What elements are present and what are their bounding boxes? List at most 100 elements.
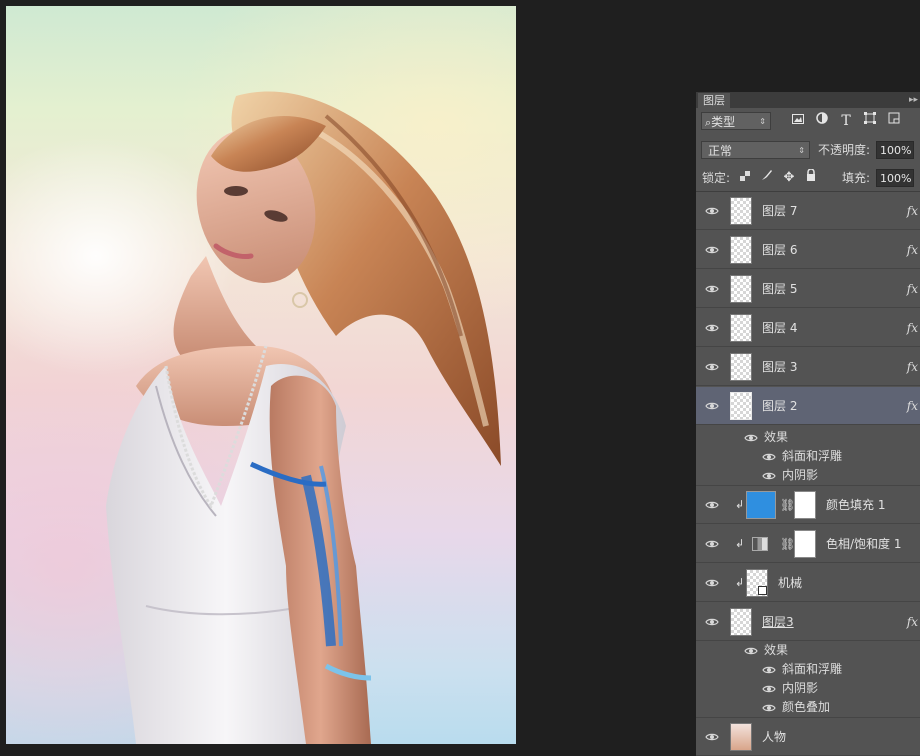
- effect-bevel-emboss: 斜面和浮雕: [782, 449, 843, 463]
- layer-row[interactable]: 图层3 fx: [696, 603, 920, 641]
- fx-icon[interactable]: fx: [907, 192, 918, 230]
- layer-row-selected[interactable]: 图层 2 fx: [696, 387, 920, 425]
- visibility-eye-icon[interactable]: [705, 399, 719, 413]
- layer-name: 图层 4: [762, 321, 798, 335]
- layer-thumbnail: [730, 392, 752, 420]
- layer-mask-thumbnail: [794, 530, 816, 558]
- fx-icon[interactable]: fx: [907, 603, 918, 641]
- effect-item-row[interactable]: 斜面和浮雕: [696, 447, 920, 466]
- image-filter-icon[interactable]: [789, 112, 807, 130]
- effect-bevel-emboss: 斜面和浮雕: [782, 662, 843, 676]
- lock-all-icon[interactable]: [802, 168, 820, 187]
- effects-label: 效果: [764, 643, 789, 657]
- layer-thumbnail: [730, 275, 752, 303]
- opacity-label: 不透明度:: [818, 143, 871, 157]
- layer-name: 机械: [778, 576, 803, 590]
- smart-object-badge-icon: [758, 586, 767, 595]
- fill-label: 填充:: [842, 171, 871, 185]
- clipping-arrow-icon: ↲: [735, 537, 745, 550]
- clipping-arrow-icon: ↲: [735, 576, 745, 589]
- visibility-eye-icon[interactable]: [744, 431, 758, 445]
- lock-label: 锁定:: [702, 171, 731, 185]
- link-chain-icon[interactable]: ⛓: [780, 536, 795, 552]
- layer-row[interactable]: 图层 6 fx: [696, 231, 920, 269]
- blend-mode-label: 正常: [708, 144, 733, 158]
- adjustment-filter-icon[interactable]: [813, 112, 831, 130]
- hue-saturation-icon: [752, 537, 768, 551]
- document-canvas[interactable]: [6, 6, 516, 744]
- layer-row[interactable]: 图层 7 fx: [696, 192, 920, 230]
- effect-item-row[interactable]: 内阴影: [696, 466, 920, 486]
- dropdown-arrow-icon: ⇕: [798, 146, 805, 155]
- type-filter-icon[interactable]: T: [837, 112, 855, 130]
- visibility-eye-icon[interactable]: [705, 321, 719, 335]
- opacity-input[interactable]: 100%: [876, 141, 914, 159]
- lock-transparent-icon[interactable]: [736, 169, 754, 187]
- effect-inner-shadow: 内阴影: [782, 681, 819, 695]
- filter-kind-dropdown[interactable]: ⌕类型 ⇕: [701, 112, 771, 130]
- panel-menu-icon[interactable]: ▸▸: [909, 93, 918, 107]
- visibility-eye-icon[interactable]: [705, 576, 719, 590]
- effects-row[interactable]: 效果: [696, 641, 920, 660]
- layer-name: 颜色填充 1: [826, 498, 886, 512]
- visibility-eye-icon[interactable]: [705, 282, 719, 296]
- visibility-eye-icon[interactable]: [762, 663, 776, 677]
- visibility-eye-icon[interactable]: [705, 615, 719, 629]
- layer-row-hue-saturation[interactable]: ↲ ⛓ 色相/饱和度 1: [696, 525, 920, 563]
- effect-inner-shadow: 内阴影: [782, 468, 819, 482]
- fill-input[interactable]: 100%: [876, 169, 914, 187]
- layer-name: 图层 6: [762, 243, 798, 257]
- layer-row[interactable]: 图层 5 fx: [696, 270, 920, 308]
- layer-thumbnail: [730, 608, 752, 636]
- layer-thumbnail: [730, 236, 752, 264]
- fx-icon[interactable]: fx: [907, 309, 918, 347]
- link-chain-icon[interactable]: ⛓: [780, 497, 795, 513]
- blend-mode-dropdown[interactable]: 正常 ⇕: [701, 141, 810, 159]
- effect-item-row[interactable]: 内阴影: [696, 679, 920, 698]
- fx-icon[interactable]: fx: [907, 348, 918, 386]
- layer-thumbnail: [730, 353, 752, 381]
- artwork-image: [106, 91, 501, 744]
- visibility-eye-icon[interactable]: [744, 644, 758, 658]
- lock-image-icon[interactable]: [758, 169, 776, 187]
- fx-icon[interactable]: fx: [907, 231, 918, 269]
- layer-name: 色相/饱和度 1: [826, 537, 902, 551]
- smart-object-filter-icon[interactable]: [885, 112, 903, 130]
- visibility-eye-icon[interactable]: [705, 537, 719, 551]
- effect-item-row[interactable]: 斜面和浮雕: [696, 660, 920, 679]
- layer-row[interactable]: 图层 3 fx: [696, 348, 920, 386]
- layer-mask-thumbnail: [794, 491, 816, 519]
- effects-label: 效果: [764, 430, 789, 444]
- layer-row-smart-object[interactable]: ↲ 机械: [696, 564, 920, 602]
- visibility-eye-icon[interactable]: [705, 498, 719, 512]
- layer-row[interactable]: 人物: [696, 718, 920, 756]
- filter-row: ⌕类型 ⇕ T: [696, 108, 920, 135]
- panel-header: 图层 ▸▸: [696, 92, 920, 108]
- visibility-eye-icon[interactable]: [705, 204, 719, 218]
- visibility-eye-icon[interactable]: [705, 360, 719, 374]
- lock-row: 锁定: ✥ 填充: 100%: [696, 164, 920, 192]
- layer-thumbnail: [730, 314, 752, 342]
- layers-panel: 图层 ▸▸ ⌕类型 ⇕ T 正常 ⇕ 不透明度: 100% 锁定: ✥ 填充: …: [696, 92, 920, 756]
- fx-icon[interactable]: fx: [907, 387, 918, 425]
- effects-row[interactable]: 效果: [696, 428, 920, 447]
- visibility-eye-icon[interactable]: [762, 701, 776, 715]
- layers-list: 图层 7 fx 图层 6 fx 图层 5 fx 图层 4 fx 图层 3 fx …: [696, 192, 920, 756]
- effect-item-row[interactable]: 颜色叠加: [696, 698, 920, 718]
- color-fill-thumbnail: [746, 491, 776, 519]
- effect-color-overlay: 颜色叠加: [782, 700, 831, 714]
- layer-name: 图层 5: [762, 282, 798, 296]
- visibility-eye-icon[interactable]: [705, 243, 719, 257]
- visibility-eye-icon[interactable]: [705, 730, 719, 744]
- lock-position-icon[interactable]: ✥: [780, 169, 798, 187]
- blend-row: 正常 ⇕ 不透明度: 100%: [696, 136, 920, 163]
- layer-thumbnail: [730, 723, 752, 751]
- layer-row-color-fill[interactable]: ↲ ⛓ 颜色填充 1: [696, 486, 920, 524]
- layer-row[interactable]: 图层 4 fx: [696, 309, 920, 347]
- layers-tab[interactable]: 图层: [698, 93, 730, 108]
- fx-icon[interactable]: fx: [907, 270, 918, 308]
- visibility-eye-icon[interactable]: [762, 469, 776, 483]
- visibility-eye-icon[interactable]: [762, 682, 776, 696]
- shape-filter-icon[interactable]: [861, 112, 879, 130]
- visibility-eye-icon[interactable]: [762, 450, 776, 464]
